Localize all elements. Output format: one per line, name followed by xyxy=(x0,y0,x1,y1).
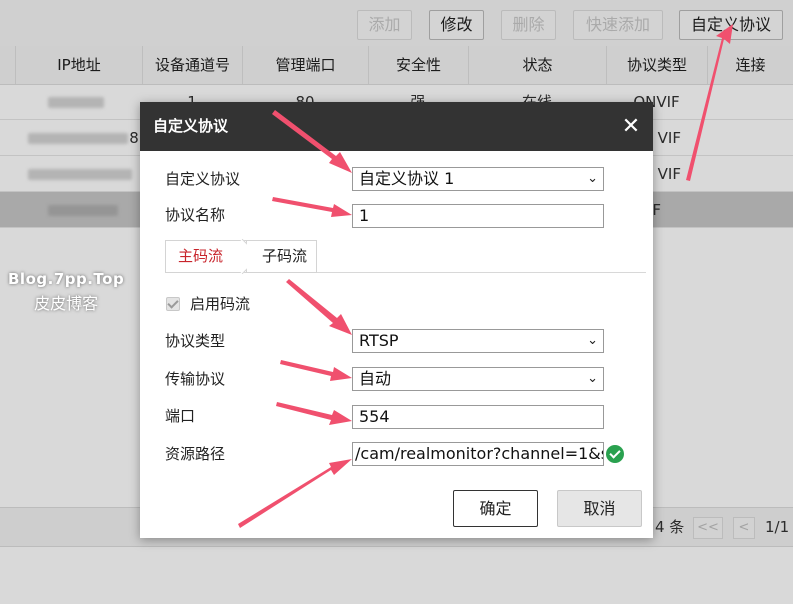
tab-sub-stream[interactable]: 子码流 xyxy=(247,240,317,273)
protocol-name-input[interactable]: 1 xyxy=(352,204,604,228)
close-icon[interactable]: ✕ xyxy=(619,115,643,139)
transport-select[interactable]: 自动 ⌄ xyxy=(352,367,604,391)
checkmark-icon xyxy=(167,297,179,309)
protocol-name-label: 协议名称 xyxy=(165,206,226,224)
enable-stream-label: 启用码流 xyxy=(190,295,251,313)
dialog-header: 自定义协议 ✕ xyxy=(140,102,653,151)
watermark-line2: 皮皮博客 xyxy=(34,294,99,313)
custom-protocol-label: 自定义协议 xyxy=(165,170,241,188)
custom-protocol-value: 自定义协议 1 xyxy=(359,169,455,188)
confirm-button[interactable]: 确定 xyxy=(453,490,538,527)
transport-label: 传输协议 xyxy=(165,370,226,388)
port-label: 端口 xyxy=(165,407,196,425)
protocol-type-value: RTSP xyxy=(359,331,399,350)
chevron-down-icon: ⌄ xyxy=(587,333,598,348)
chevron-down-icon: ⌄ xyxy=(587,371,598,386)
valid-check-icon xyxy=(606,445,624,463)
port-input[interactable]: 554 xyxy=(352,405,604,429)
dialog-title: 自定义协议 xyxy=(153,117,229,135)
tab-main-stream-label: 主码流 xyxy=(178,247,224,265)
custom-protocol-dialog: 自定义协议 ✕ 自定义协议 自定义协议 1 ⌄ 协议名称 1 主码流 子码流 启… xyxy=(140,102,653,538)
transport-value: 自动 xyxy=(359,369,392,388)
resource-path-label: 资源路径 xyxy=(165,445,226,463)
protocol-type-select[interactable]: RTSP ⌄ xyxy=(352,329,604,353)
tab-main-stream[interactable]: 主码流 xyxy=(165,238,261,275)
enable-stream-checkbox[interactable] xyxy=(166,297,180,311)
resource-path-input[interactable]: /cam/realmonitor?channel=1&sub xyxy=(352,442,604,466)
watermark: Blog.7pp.Top 皮皮博客 xyxy=(8,270,124,314)
cancel-button[interactable]: 取消 xyxy=(557,490,642,527)
custom-protocol-select[interactable]: 自定义协议 1 ⌄ xyxy=(352,167,604,191)
watermark-line1: Blog.7pp.Top xyxy=(8,270,125,288)
chevron-down-icon: ⌄ xyxy=(587,171,598,186)
protocol-type-label: 协议类型 xyxy=(165,332,226,350)
